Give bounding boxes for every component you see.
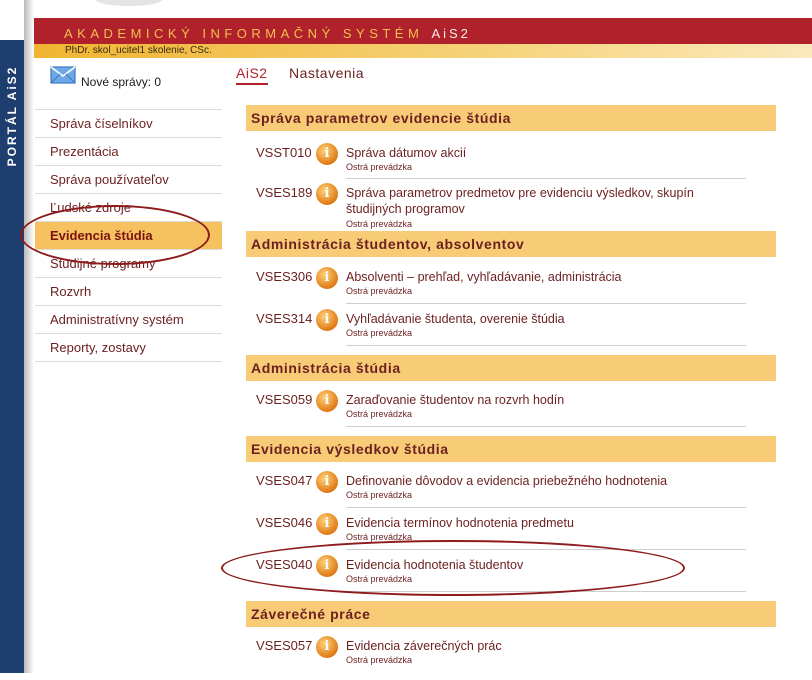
row-divider: [346, 507, 746, 508]
section-header: Administrácia štúdia: [246, 355, 776, 381]
app-name[interactable]: Absolventi – prehľad, vyhľadávanie, admi…: [346, 269, 726, 285]
info-icon[interactable]: i: [316, 555, 338, 577]
section-header: Správa parametrov evidencie štúdia: [246, 105, 776, 131]
app-name[interactable]: Správa dátumov akcií: [346, 145, 726, 161]
app-code: VSST010: [256, 145, 312, 160]
messages-count[interactable]: Nové správy: 0: [81, 75, 161, 89]
info-icon[interactable]: i: [316, 183, 338, 205]
info-icon[interactable]: i: [316, 267, 338, 289]
app-status: Ostrá prevádzka: [346, 532, 413, 542]
app-row[interactable]: VSES046 i Evidencia termínov hodnotenia …: [246, 513, 746, 557]
app-status: Ostrá prevádzka: [346, 574, 413, 584]
app-code: VSES059: [256, 392, 313, 407]
user-bar: PhDr. skol_ucitel1 skolenie, CSc.: [34, 44, 812, 58]
sidebar-item-administrativny-system[interactable]: Administratívny systém: [35, 305, 222, 333]
header-top: [34, 0, 812, 18]
side-shadow: [24, 0, 34, 673]
sidebar-item-sprava-ciselnikov[interactable]: Správa číselníkov: [35, 109, 222, 137]
row-divider: [346, 426, 746, 427]
info-icon[interactable]: i: [316, 390, 338, 412]
row-divider: [346, 549, 746, 550]
app-brand: AiS2: [431, 26, 471, 41]
app-status: Ostrá prevádzka: [346, 219, 413, 229]
envelope-icon[interactable]: [50, 66, 76, 84]
sidebar-item-reporty-zostavy[interactable]: Reporty, zostavy: [35, 333, 222, 362]
app-code: VSES057: [256, 638, 313, 653]
app-status: Ostrá prevádzka: [346, 655, 413, 665]
sidebar-item-sprava-pouzivatelov[interactable]: Správa používateľov: [35, 165, 222, 193]
row-divider: [346, 345, 746, 346]
section-header: Evidencia výsledkov štúdia: [246, 436, 776, 462]
info-icon[interactable]: i: [316, 513, 338, 535]
section-header: Záverečné práce: [246, 601, 776, 627]
app-name[interactable]: Definovanie dôvodov a evidencia priebežn…: [346, 473, 726, 489]
app-code: VSES046: [256, 515, 313, 530]
app-status: Ostrá prevádzka: [346, 162, 413, 172]
app-row[interactable]: VSES059 i Zaraďovanie študentov na rozvr…: [246, 390, 746, 434]
app-title: AKADEMICKÝ INFORMAČNÝ SYSTÉM AiS2: [64, 26, 471, 41]
app-name[interactable]: Evidencia záverečných prác: [346, 638, 726, 654]
header-band: AKADEMICKÝ INFORMAČNÝ SYSTÉM AiS2: [34, 18, 812, 44]
row-divider: [346, 303, 746, 304]
user-name: PhDr. skol_ucitel1 skolenie, CSc.: [65, 45, 212, 56]
app-code: VSES040: [256, 557, 313, 572]
portal-side-tab[interactable]: PORTÁL AiS2: [0, 0, 24, 673]
sidebar-item-ludske-zdroje[interactable]: Ľudské zdroje: [35, 193, 222, 221]
portal-tab-label: PORTÁL AiS2: [5, 65, 19, 167]
app-title-text: AKADEMICKÝ INFORMAČNÝ SYSTÉM: [64, 26, 424, 41]
app-code: VSES047: [256, 473, 313, 488]
row-divider: [346, 178, 746, 179]
app-name[interactable]: Správa parametrov predmetov pre evidenci…: [346, 185, 726, 217]
app-code: VSES314: [256, 311, 313, 326]
app-name[interactable]: Evidencia termínov hodnotenia predmetu: [346, 515, 726, 531]
section-header: Administrácia študentov, absolventov: [246, 231, 776, 257]
sidebar-item-rozvrh[interactable]: Rozvrh: [35, 277, 222, 305]
info-icon[interactable]: i: [316, 636, 338, 658]
app-row[interactable]: VSES047 i Definovanie dôvodov a evidenci…: [246, 471, 746, 515]
info-icon[interactable]: i: [316, 143, 338, 165]
app-row[interactable]: VSES306 i Absolventi – prehľad, vyhľadáv…: [246, 267, 746, 311]
sidebar-item-evidencia-studia[interactable]: Evidencia štúdia: [35, 221, 222, 249]
tab-ais2[interactable]: AiS2: [236, 65, 268, 85]
sidebar: Správa číselníkov Prezentácia Správa pou…: [35, 109, 222, 362]
app-code: VSES306: [256, 269, 313, 284]
sidebar-item-prezentacia[interactable]: Prezentácia: [35, 137, 222, 165]
info-icon[interactable]: i: [316, 471, 338, 493]
info-icon[interactable]: i: [316, 309, 338, 331]
app-name[interactable]: Vyhľadávanie študenta, overenie štúdia: [346, 311, 726, 327]
app-row[interactable]: VSES189 i Správa parametrov predmetov pr…: [246, 183, 746, 229]
app-status: Ostrá prevádzka: [346, 409, 413, 419]
header-decoration: [96, 0, 162, 6]
app-status: Ostrá prevádzka: [346, 286, 413, 296]
sidebar-item-studijne-programy[interactable]: Študijné programy: [35, 249, 222, 277]
app-code: VSES189: [256, 185, 313, 200]
app-row[interactable]: VSES314 i Vyhľadávanie študenta, overeni…: [246, 309, 746, 353]
app-name[interactable]: Zaraďovanie študentov na rozvrh hodín: [346, 392, 726, 408]
app-status: Ostrá prevádzka: [346, 490, 413, 500]
tab-nastavenia[interactable]: Nastavenia: [289, 65, 364, 81]
row-divider: [346, 591, 746, 592]
app-row[interactable]: VSES057 i Evidencia záverečných prác Ost…: [246, 636, 746, 680]
app-row[interactable]: VSST010 i Správa dátumov akcií Ostrá pre…: [246, 143, 746, 187]
app-name[interactable]: Evidencia hodnotenia študentov: [346, 557, 726, 573]
app-status: Ostrá prevádzka: [346, 328, 413, 338]
app-row[interactable]: VSES040 i Evidencia hodnotenia študentov…: [246, 555, 746, 599]
